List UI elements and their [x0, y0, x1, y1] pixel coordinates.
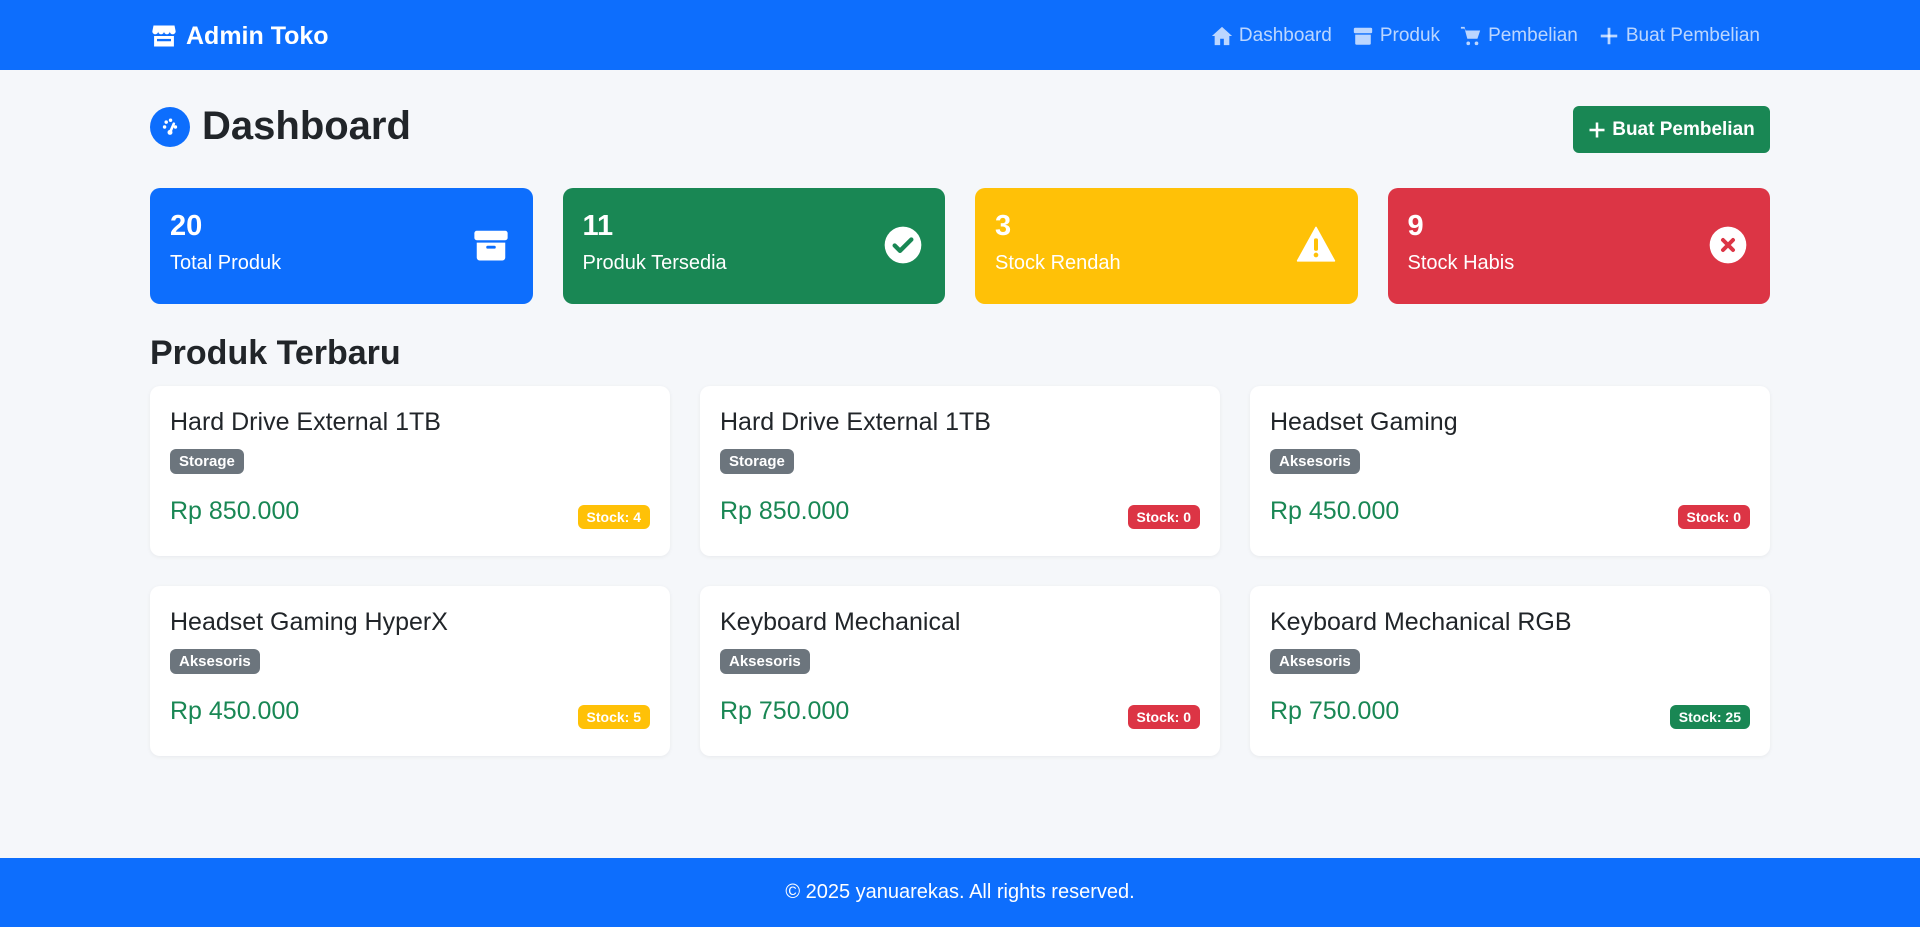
- footer-text: © 2025 yanuarekas. All rights reserved.: [785, 881, 1135, 903]
- category-badge: Aksesoris: [170, 649, 260, 674]
- product-price: Rp 450.000: [170, 697, 300, 725]
- stock-badge: Stock: 0: [1677, 505, 1750, 529]
- plus-icon: [1589, 122, 1605, 137]
- product-name: Hard Drive External 1TB: [720, 408, 991, 436]
- product-price: Rp 850.000: [170, 497, 300, 525]
- section-title: Produk Terbaru: [150, 334, 401, 372]
- product-price: Rp 750.000: [1270, 697, 1400, 725]
- stat-value: 11: [582, 210, 614, 242]
- stat-label: Stock Rendah: [995, 252, 1121, 274]
- stat-card-stock-habis: 9 Stock Habis: [1387, 188, 1770, 304]
- product-price: Rp 850.000: [720, 497, 850, 525]
- box-icon: [1353, 27, 1373, 45]
- nav-buat-pembelian-label: Buat Pembelian: [1625, 25, 1760, 46]
- nav-buat-pembelian[interactable]: Buat Pembelian: [1598, 25, 1760, 47]
- navbar: Admin Toko Dashboard Produk Pembelian Bu…: [0, 0, 1920, 70]
- product-card[interactable]: Headset Gaming HyperX Aksesoris Rp 450.0…: [150, 586, 670, 756]
- stat-value: 9: [1407, 210, 1424, 242]
- product-name: Headset Gaming: [1270, 408, 1458, 436]
- nav-pembelian[interactable]: Pembelian: [1460, 25, 1578, 47]
- footer: © 2025 yanuarekas. All rights reserved.: [0, 858, 1920, 927]
- x-circle-icon: [1708, 225, 1748, 265]
- home-icon: [1211, 26, 1232, 46]
- product-card[interactable]: Headset Gaming Aksesoris Rp 450.000 Stoc…: [1250, 386, 1770, 556]
- stat-card-produk-tersedia: 11 Produk Tersedia: [562, 188, 945, 304]
- nav-dashboard-label: Dashboard: [1238, 25, 1332, 46]
- product-price: Rp 750.000: [720, 697, 850, 725]
- product-card[interactable]: Keyboard Mechanical Aksesoris Rp 750.000…: [700, 586, 1220, 756]
- stat-label: Stock Habis: [1407, 252, 1515, 274]
- stock-badge: Stock: 0: [1127, 705, 1200, 729]
- product-name: Keyboard Mechanical RGB: [1270, 608, 1572, 636]
- stat-value: 20: [170, 210, 203, 242]
- stat-card-total-produk: 20 Total Produk: [150, 188, 533, 304]
- product-name: Hard Drive External 1TB: [170, 408, 441, 436]
- stock-badge: Stock: 4: [577, 505, 650, 529]
- cart-icon: [1460, 26, 1481, 46]
- product-card[interactable]: Keyboard Mechanical RGB Aksesoris Rp 750…: [1250, 586, 1770, 756]
- product-name: Headset Gaming HyperX: [170, 608, 448, 636]
- stat-label: Total Produk: [170, 252, 282, 274]
- stock-badge: Stock: 25: [1669, 705, 1750, 729]
- page-title-text: Dashboard: [202, 104, 411, 148]
- product-card[interactable]: Hard Drive External 1TB Storage Rp 850.0…: [150, 386, 670, 556]
- plus-icon: [1600, 27, 1618, 45]
- stats-row: 20 Total Produk 11 Produk Tersedia 3 Sto…: [150, 188, 1770, 304]
- category-badge: Storage: [720, 449, 794, 474]
- page-title: Dashboard: [150, 104, 411, 149]
- main-nav: Dashboard Produk Pembelian Buat Pembelia…: [1211, 22, 1760, 50]
- nav-pembelian-label: Pembelian: [1488, 25, 1578, 46]
- stock-badge: Stock: 5: [577, 705, 650, 729]
- stat-label: Produk Tersedia: [582, 252, 727, 274]
- nav-produk[interactable]: Produk: [1352, 25, 1440, 47]
- category-badge: Aksesoris: [1270, 649, 1360, 674]
- stat-value: 3: [995, 210, 1012, 242]
- product-name: Keyboard Mechanical: [720, 608, 961, 636]
- stock-badge: Stock: 0: [1127, 505, 1200, 529]
- product-card[interactable]: Hard Drive External 1TB Storage Rp 850.0…: [700, 386, 1220, 556]
- brand-label: Admin Toko: [186, 21, 329, 50]
- category-badge: Storage: [170, 449, 244, 474]
- nav-produk-label: Produk: [1379, 25, 1441, 46]
- create-purchase-label: Buat Pembelian: [1612, 118, 1755, 140]
- store-icon: [152, 25, 176, 47]
- category-badge: Aksesoris: [720, 649, 810, 674]
- product-grid: Hard Drive External 1TB Storage Rp 850.0…: [150, 386, 1770, 756]
- gauge-icon: [150, 106, 190, 147]
- warning-icon: [1296, 225, 1336, 265]
- check-circle-icon: [883, 225, 923, 265]
- nav-dashboard[interactable]: Dashboard: [1211, 25, 1332, 47]
- product-price: Rp 450.000: [1270, 497, 1400, 525]
- stat-card-stock-rendah: 3 Stock Rendah: [975, 188, 1358, 304]
- page-header: Dashboard Buat Pembelian: [150, 100, 1770, 156]
- box-icon: [471, 225, 511, 265]
- create-purchase-button[interactable]: Buat Pembelian: [1573, 106, 1770, 153]
- brand-link[interactable]: Admin Toko: [150, 20, 329, 52]
- category-badge: Aksesoris: [1270, 449, 1360, 474]
